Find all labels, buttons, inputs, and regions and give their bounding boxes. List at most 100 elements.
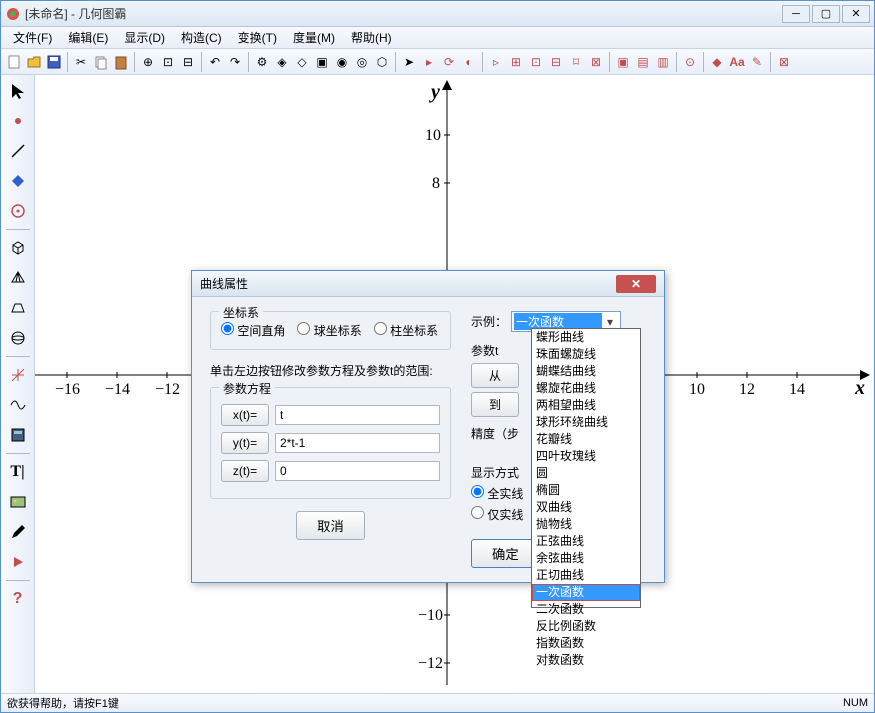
function-icon[interactable] — [6, 393, 30, 417]
calc-icon[interactable] — [6, 423, 30, 447]
pen-icon[interactable] — [6, 520, 30, 544]
example-dropdown: 蝶形曲线珠面螺旋线蝴蝶结曲线螺旋花曲线两相望曲线球形环绕曲线花瓣线四叶玫瑰线圆椭… — [531, 328, 641, 608]
menu-transform[interactable]: 变换(T) — [230, 27, 285, 48]
xt-button[interactable]: x(t)= — [221, 404, 269, 426]
undo-icon[interactable]: ↶ — [206, 53, 224, 71]
dropdown-option[interactable]: 双曲线 — [532, 499, 640, 516]
paste-icon[interactable] — [112, 53, 130, 71]
text-tool-icon[interactable]: T| — [6, 460, 30, 484]
tool-icon[interactable]: ▣ — [614, 53, 632, 71]
from-button[interactable]: 从 — [471, 363, 519, 388]
ok-button[interactable]: 确定 — [471, 539, 540, 568]
tool-icon[interactable]: ⊡ — [159, 53, 177, 71]
tool-icon[interactable]: ⊕ — [139, 53, 157, 71]
tool-icon[interactable]: ▥ — [654, 53, 672, 71]
redo-icon[interactable]: ↷ — [226, 53, 244, 71]
yt-button[interactable]: y(t)= — [221, 432, 269, 454]
pyramid-icon[interactable] — [6, 266, 30, 290]
open-icon[interactable] — [25, 53, 43, 71]
close-button[interactable]: ✕ — [842, 5, 870, 23]
dropdown-option[interactable]: 蝴蝶结曲线 — [532, 363, 640, 380]
text-icon[interactable]: Aa — [728, 53, 746, 71]
tool-icon[interactable]: ◇ — [293, 53, 311, 71]
dropdown-option[interactable]: 花瓣线 — [532, 431, 640, 448]
xt-input[interactable] — [275, 405, 440, 425]
save-icon[interactable] — [45, 53, 63, 71]
image-icon[interactable] — [6, 490, 30, 514]
dropdown-option[interactable]: 余弦曲线 — [532, 550, 640, 567]
tool-icon[interactable]: ⌑ — [567, 53, 585, 71]
dropdown-option[interactable]: 圆 — [532, 465, 640, 482]
zt-input[interactable] — [275, 461, 440, 481]
frustum-icon[interactable] — [6, 296, 30, 320]
tool-icon[interactable]: ▸ — [420, 53, 438, 71]
tool-icon[interactable]: ▹ — [487, 53, 505, 71]
maximize-button[interactable]: ▢ — [812, 5, 840, 23]
dialog-close-button[interactable]: ✕ — [616, 275, 656, 293]
menu-display[interactable]: 显示(D) — [116, 27, 173, 48]
axes-icon[interactable] — [6, 363, 30, 387]
copy-icon[interactable] — [92, 53, 110, 71]
tool-icon[interactable]: ⬡ — [373, 53, 391, 71]
dropdown-option[interactable]: 两相望曲线 — [532, 397, 640, 414]
tool-icon[interactable]: ⊞ — [507, 53, 525, 71]
dropdown-option[interactable]: 正切曲线 — [532, 567, 640, 584]
play-icon[interactable] — [6, 550, 30, 574]
new-icon[interactable] — [5, 53, 23, 71]
tool-icon[interactable]: ◉ — [333, 53, 351, 71]
menu-measure[interactable]: 度量(M) — [285, 27, 343, 48]
polygon-icon[interactable] — [6, 169, 30, 193]
tool-icon[interactable]: ◎ — [353, 53, 371, 71]
dropdown-option[interactable]: 蝶形曲线 — [532, 329, 640, 346]
window-title: [未命名] - 几何图霸 — [25, 5, 782, 22]
line-icon[interactable] — [6, 139, 30, 163]
tool-icon[interactable]: ◈ — [273, 53, 291, 71]
minimize-button[interactable]: ─ — [782, 5, 810, 23]
menu-file[interactable]: 文件(F) — [5, 27, 60, 48]
dropdown-option[interactable]: 球形环绕曲线 — [532, 414, 640, 431]
tool-icon[interactable]: ⊟ — [547, 53, 565, 71]
tool-icon[interactable]: ⊡ — [527, 53, 545, 71]
point-icon[interactable] — [6, 109, 30, 133]
dropdown-option[interactable]: 对数函数 — [532, 652, 640, 669]
cancel-button[interactable]: 取消 — [296, 511, 365, 540]
status-text: 欲获得帮助，请按F1键 — [7, 695, 843, 711]
dropdown-option[interactable]: 抛物线 — [532, 516, 640, 533]
arrow-icon[interactable]: ➤ — [400, 53, 418, 71]
dropdown-option[interactable]: 指数函数 — [532, 635, 640, 652]
to-button[interactable]: 到 — [471, 392, 519, 417]
circle-icon[interactable] — [6, 199, 30, 223]
cube-icon[interactable] — [6, 236, 30, 260]
dropdown-option[interactable]: 一次函数 — [532, 584, 640, 601]
zt-button[interactable]: z(t)= — [221, 460, 269, 482]
help-icon[interactable]: ? — [6, 587, 30, 611]
dropdown-option[interactable]: 椭圆 — [532, 482, 640, 499]
radio-cylindrical[interactable]: 柱坐标系 — [374, 322, 438, 339]
dropdown-option[interactable]: 珠面螺旋线 — [532, 346, 640, 363]
menu-help[interactable]: 帮助(H) — [343, 27, 400, 48]
tool-icon[interactable]: ⊠ — [587, 53, 605, 71]
tool-icon[interactable]: ⊟ — [179, 53, 197, 71]
dropdown-option[interactable]: 反比例函数 — [532, 618, 640, 635]
tool-icon[interactable]: ◆ — [708, 53, 726, 71]
dropdown-option[interactable]: 正弦曲线 — [532, 533, 640, 550]
sphere-icon[interactable] — [6, 326, 30, 350]
dropdown-option[interactable]: 螺旋花曲线 — [532, 380, 640, 397]
yt-input[interactable] — [275, 433, 440, 453]
tool-icon[interactable]: ✎ — [748, 53, 766, 71]
tool-icon[interactable]: ⊠ — [775, 53, 793, 71]
tool-icon[interactable]: ⊙ — [681, 53, 699, 71]
dropdown-option[interactable]: 二次函数 — [532, 601, 640, 618]
radio-spherical[interactable]: 球坐标系 — [297, 322, 361, 339]
tool-icon[interactable]: ◐ — [460, 53, 478, 71]
tool-icon[interactable]: ▣ — [313, 53, 331, 71]
gear-icon[interactable]: ⚙ — [253, 53, 271, 71]
cut-icon[interactable]: ✂ — [72, 53, 90, 71]
pointer-icon[interactable] — [6, 79, 30, 103]
tool-icon[interactable]: ▤ — [634, 53, 652, 71]
radio-cartesian[interactable]: 空间直角 — [221, 322, 285, 339]
menu-edit[interactable]: 编辑(E) — [60, 27, 116, 48]
tool-icon[interactable]: ⟳ — [440, 53, 458, 71]
menu-construct[interactable]: 构造(C) — [173, 27, 230, 48]
dropdown-option[interactable]: 四叶玫瑰线 — [532, 448, 640, 465]
